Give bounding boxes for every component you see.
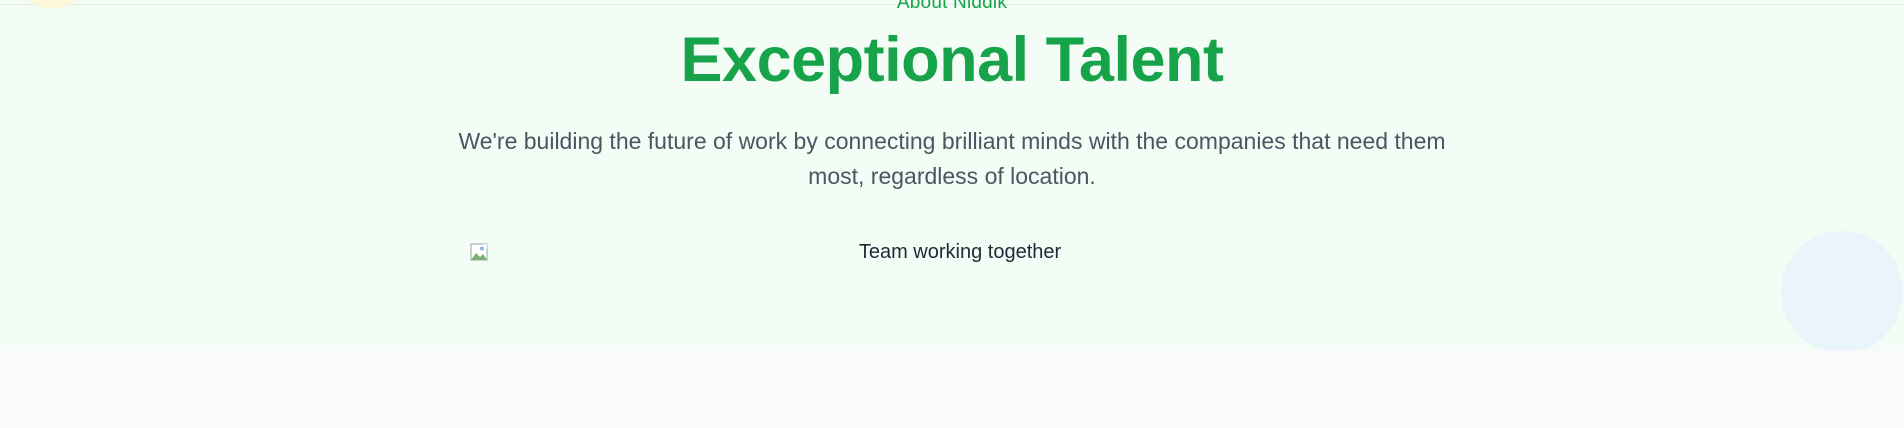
decorative-blue-circle	[1781, 231, 1903, 350]
team-image: Team working together	[470, 241, 1450, 271]
page: About Niddik Exceptional Talent We're bu…	[0, 0, 1904, 428]
image-alt-text: Team working together	[858, 241, 1062, 263]
page-title: Exceptional Talent	[680, 25, 1224, 95]
next-section	[0, 350, 1904, 428]
section-eyebrow: About Niddik	[896, 0, 1008, 13]
about-hero-section: About Niddik Exceptional Talent We're bu…	[0, 0, 1904, 350]
hero-subtitle: We're building the future of work by con…	[458, 128, 1446, 189]
